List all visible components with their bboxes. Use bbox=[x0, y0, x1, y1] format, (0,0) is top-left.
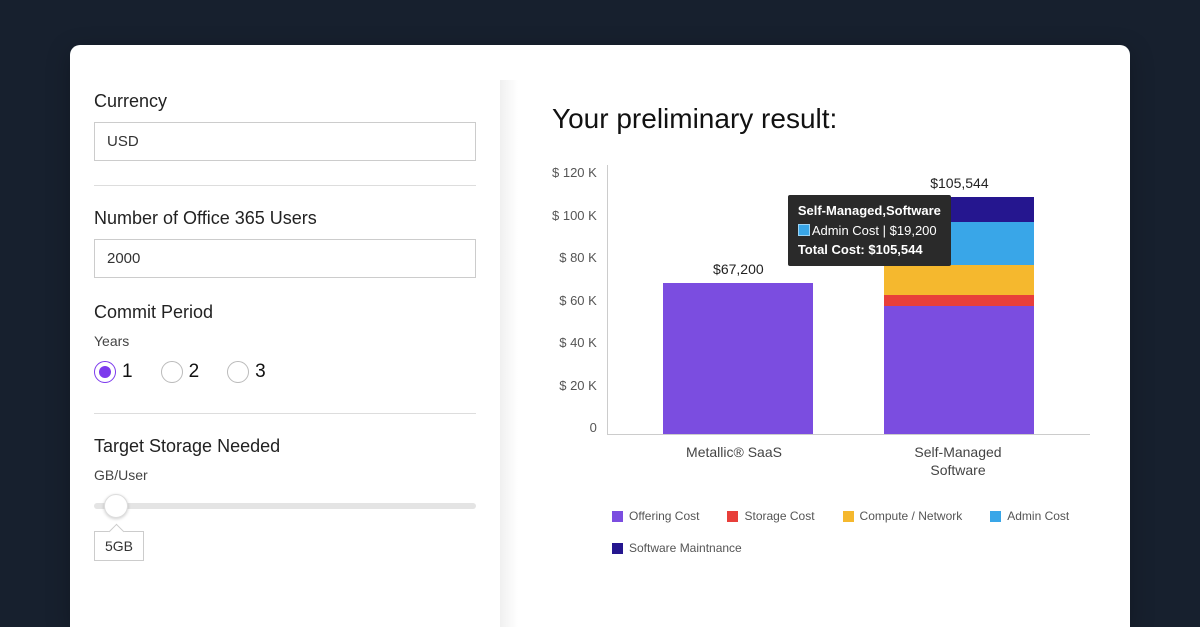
radio-label: 2 bbox=[189, 361, 200, 383]
tooltip-total-label: Total Cost: bbox=[798, 242, 865, 257]
parameters-pane: Currency Number of Office 365 Users Comm… bbox=[70, 45, 500, 627]
chart-plot: Self-Managed,Software Admin Cost | $19,2… bbox=[607, 165, 1090, 435]
tooltip-swatch-icon bbox=[798, 224, 810, 236]
chart-legend: Offering Cost Storage Cost Compute / Netwo… bbox=[552, 479, 1090, 555]
legend-item[interactable]: Storage Cost bbox=[727, 509, 814, 523]
legend-label: Compute / Network bbox=[860, 509, 963, 523]
legend-swatch-icon bbox=[612, 511, 623, 522]
users-label: Number of Office 365 Users bbox=[94, 208, 476, 229]
bar-stack bbox=[663, 283, 813, 434]
y-tick: $ 60 K bbox=[552, 293, 597, 308]
legend-label: Software Maintnance bbox=[629, 541, 742, 555]
commit-sublabel: Years bbox=[94, 333, 476, 349]
legend-swatch-icon bbox=[990, 511, 1001, 522]
bar-column: $67,200 bbox=[658, 283, 818, 434]
bar-segment[interactable] bbox=[884, 295, 1034, 306]
storage-sublabel: GB/User bbox=[94, 467, 476, 483]
commit-radio-3[interactable]: 3 bbox=[227, 361, 266, 383]
y-tick: $ 80 K bbox=[552, 250, 597, 265]
tooltip-seg-label: Admin Cost bbox=[812, 223, 879, 238]
divider bbox=[94, 413, 476, 414]
storage-group: Target Storage Needed GB/User 5GB bbox=[94, 436, 476, 561]
bar-total-label: $105,544 bbox=[930, 175, 988, 191]
x-label: Metallic® SaaS bbox=[654, 443, 814, 479]
commit-group: Commit Period Years 1 2 3 bbox=[94, 302, 476, 383]
result-pane: Your preliminary result: $ 120 K$ 100 K$… bbox=[500, 45, 1130, 627]
legend-swatch-icon bbox=[843, 511, 854, 522]
y-tick: $ 40 K bbox=[552, 335, 597, 350]
commit-radio-row: 1 2 3 bbox=[94, 361, 476, 383]
radio-icon bbox=[94, 361, 116, 383]
legend-item[interactable]: Compute / Network bbox=[843, 509, 963, 523]
radio-label: 3 bbox=[255, 361, 266, 383]
legend-label: Storage Cost bbox=[744, 509, 814, 523]
chart-x-labels: Metallic® SaaS Self-ManagedSoftware bbox=[552, 435, 1090, 479]
currency-group: Currency bbox=[94, 91, 476, 161]
calculator-card: Currency Number of Office 365 Users Comm… bbox=[70, 45, 1130, 627]
radio-icon bbox=[161, 361, 183, 383]
commit-label: Commit Period bbox=[94, 302, 476, 323]
tooltip-header: Self-Managed,Software bbox=[798, 203, 941, 218]
users-group: Number of Office 365 Users bbox=[94, 208, 476, 278]
storage-label: Target Storage Needed bbox=[94, 436, 476, 457]
result-title: Your preliminary result: bbox=[552, 103, 1090, 135]
legend-label: Offering Cost bbox=[629, 509, 699, 523]
divider bbox=[94, 185, 476, 186]
storage-slider[interactable] bbox=[94, 503, 476, 509]
tooltip-seg-value: $19,200 bbox=[890, 223, 937, 238]
legend-swatch-icon bbox=[612, 543, 623, 554]
legend-item[interactable]: Admin Cost bbox=[990, 509, 1069, 523]
slider-thumb[interactable] bbox=[104, 494, 128, 518]
y-tick: $ 120 K bbox=[552, 165, 597, 180]
legend-item[interactable]: Software Maintnance bbox=[612, 541, 742, 555]
tooltip-total-value: $105,544 bbox=[868, 242, 922, 257]
commit-radio-2[interactable]: 2 bbox=[161, 361, 200, 383]
chart-tooltip: Self-Managed,Software Admin Cost | $19,2… bbox=[788, 195, 951, 266]
slider-track bbox=[94, 503, 476, 509]
legend-item[interactable]: Offering Cost bbox=[612, 509, 699, 523]
currency-input[interactable] bbox=[94, 122, 476, 161]
chart: $ 120 K$ 100 K$ 80 K$ 60 K$ 40 K$ 20 K0 … bbox=[552, 165, 1090, 435]
bar-segment[interactable] bbox=[884, 306, 1034, 434]
bar-segment[interactable] bbox=[884, 265, 1034, 294]
users-input[interactable] bbox=[94, 239, 476, 278]
legend-swatch-icon bbox=[727, 511, 738, 522]
currency-label: Currency bbox=[94, 91, 476, 112]
y-tick: 0 bbox=[552, 420, 597, 435]
legend-label: Admin Cost bbox=[1007, 509, 1069, 523]
bar-total-label: $67,200 bbox=[713, 261, 764, 277]
radio-icon bbox=[227, 361, 249, 383]
x-label: Self-ManagedSoftware bbox=[878, 443, 1038, 479]
commit-radio-1[interactable]: 1 bbox=[94, 361, 133, 383]
radio-label: 1 bbox=[122, 361, 133, 383]
y-tick: $ 100 K bbox=[552, 208, 597, 223]
storage-value: 5GB bbox=[94, 531, 144, 561]
y-tick: $ 20 K bbox=[552, 378, 597, 393]
bar-segment[interactable] bbox=[663, 283, 813, 434]
chart-y-axis: $ 120 K $ 100 K $ 80 K $ 60 K $ 40 K $ 20 K 0 bbox=[552, 165, 607, 435]
